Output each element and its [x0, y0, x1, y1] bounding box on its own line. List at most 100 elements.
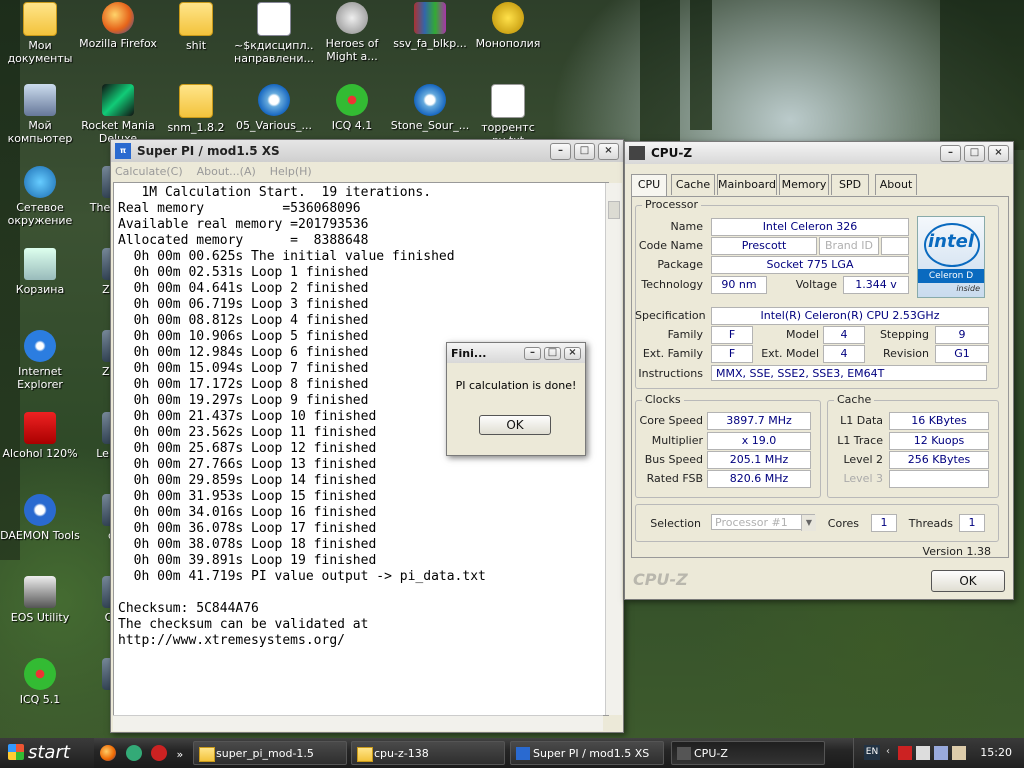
cpuz-titlebar[interactable]: CPU-Z – □ ×	[625, 142, 1013, 164]
maximize-button[interactable]: □	[574, 142, 595, 160]
desktop-icon[interactable]: DAEMON Tools	[0, 494, 80, 542]
network-icon[interactable]	[125, 745, 142, 761]
close-button[interactable]: ×	[598, 142, 619, 160]
codename-label: Code Name	[638, 239, 703, 252]
folder-icon	[179, 2, 213, 36]
desktop-icon[interactable]: Rocket Mania Deluxe	[78, 84, 158, 145]
alc-icon	[24, 412, 56, 444]
desktop-icon-label: Alcohol 120%	[2, 447, 78, 460]
desktop-icon[interactable]: EOS Utility	[0, 576, 80, 624]
tab-about[interactable]: About	[875, 174, 917, 195]
tab-spd[interactable]: SPD	[831, 174, 869, 195]
intel-celeron-logo: intel Celeron D inside	[917, 216, 985, 298]
dialog-maximize-button[interactable]: □	[544, 346, 561, 360]
media-icon[interactable]	[151, 745, 167, 761]
scroll-thumb[interactable]	[608, 201, 620, 219]
chevron-left-icon[interactable]: ‹	[886, 746, 890, 757]
tray-app-icon[interactable]	[916, 746, 930, 760]
menu-calculate[interactable]: Calculate(C)	[115, 165, 183, 178]
tab-mainboard[interactable]: Mainboard	[717, 174, 777, 195]
dialog-minimize-button[interactable]: –	[524, 346, 541, 360]
desktop-icon[interactable]: snm_1.8.2	[156, 84, 236, 134]
desktop-icon[interactable]: 05_Various_...	[234, 84, 314, 132]
chevron-right-icon[interactable]: »	[177, 748, 184, 761]
firefox-icon[interactable]	[100, 745, 116, 761]
output-line: 0h 00m 41.719s PI value output -> pi_dat…	[118, 569, 486, 584]
family-value: F	[711, 326, 753, 344]
rar-icon	[414, 2, 446, 34]
cpuz-ok-button[interactable]: OK	[931, 570, 1005, 592]
taskbar-item-folder[interactable]: super_pi_mod-1.5	[193, 741, 347, 765]
tray-app-icon[interactable]	[952, 746, 966, 760]
tree-silhouette	[690, 0, 712, 130]
logo-sub: Celeron D	[918, 269, 984, 283]
processor-group-label: Processor	[642, 198, 701, 211]
heroes-icon	[336, 2, 368, 34]
output-line: 0h 00m 38.078s Loop 18 finished	[118, 537, 377, 552]
model-label: Model	[785, 328, 819, 341]
desktop-icon-label: Корзина	[15, 283, 65, 296]
desktop-icon[interactable]: shit	[156, 2, 236, 52]
superpi-titlebar[interactable]: π Super PI / mod1.5 XS – □ ×	[111, 140, 623, 162]
maximize-button[interactable]: □	[964, 144, 985, 162]
desktop-icon[interactable]: Internet Explorer	[0, 330, 80, 391]
minimize-button[interactable]: –	[550, 142, 571, 160]
chevron-down-icon[interactable]: ▼	[801, 515, 816, 531]
network-status-icon[interactable]	[934, 746, 948, 760]
desktop-icon[interactable]: ICQ 4.1	[312, 84, 392, 132]
desktop-icon[interactable]: ~$кдисципл... направлени...	[234, 2, 314, 65]
extfamily-label: Ext. Family	[642, 347, 703, 360]
output-line: Checksum: 5C844A76	[118, 601, 259, 616]
desktop-icon[interactable]: Сетевое окружение	[0, 166, 80, 227]
tab-cpu[interactable]: CPU	[631, 174, 667, 197]
desktop-icon-label: Мои документы	[7, 39, 73, 65]
clock[interactable]: 15:20	[980, 746, 1012, 759]
cores-label: Cores	[827, 517, 859, 530]
desktop-icon[interactable]: Stone_Sour_...	[390, 84, 470, 132]
tree-silhouette	[940, 0, 1024, 150]
menu-about[interactable]: About...(A)	[197, 165, 256, 178]
cpuz-window: CPU-Z – □ × CPU Cache Mainboard Memory S…	[624, 141, 1014, 600]
language-indicator[interactable]: EN	[864, 745, 880, 760]
taskbar-item-superpi[interactable]: Super PI / mod1.5 XS	[510, 741, 664, 765]
gold-icon	[492, 2, 524, 34]
desktop-icon[interactable]: ICQ 5.1	[0, 658, 80, 706]
horizontal-scrollbar[interactable]	[113, 715, 603, 731]
taskbar-item-folder[interactable]: cpu-z-138	[351, 741, 505, 765]
desktop-icon[interactable]: Mozilla Firefox	[78, 2, 158, 50]
desktop-icon[interactable]: Монополия	[468, 2, 548, 50]
desktop-icon-label: ~$кдисципл... направлени...	[234, 39, 314, 65]
core-speed-label: Core Speed	[639, 414, 703, 427]
minimize-button[interactable]: –	[940, 144, 961, 162]
codename-value: Prescott	[711, 237, 817, 255]
family-label: Family	[667, 328, 703, 341]
desktop-icon[interactable]: Мой компьютер	[0, 84, 80, 145]
dialog-ok-button[interactable]: OK	[479, 415, 551, 435]
dialog-titlebar[interactable]: Fini... – □ ×	[447, 343, 585, 363]
tab-cache[interactable]: Cache	[671, 174, 715, 195]
desktop-icon[interactable]: Alcohol 120%	[0, 412, 80, 460]
output-line: The checksum can be validated at	[118, 617, 369, 632]
desktop-icon[interactable]: торрентс ру.txt	[468, 84, 548, 147]
processor-select[interactable]: Processor #1	[711, 514, 815, 530]
start-button[interactable]: start	[0, 738, 94, 768]
folder-icon	[179, 84, 213, 118]
desktop-icon[interactable]: Корзина	[0, 248, 80, 296]
desktop-icon-label: Heroes of Might a...	[325, 37, 379, 63]
dialog-close-button[interactable]: ×	[564, 346, 581, 360]
close-button[interactable]: ×	[988, 144, 1009, 162]
vertical-scrollbar[interactable]	[605, 183, 622, 715]
menu-help[interactable]: Help(H)	[270, 165, 312, 178]
level3-label: Level 3	[843, 472, 883, 485]
rated-fsb-label: Rated FSB	[646, 472, 703, 485]
taskbar-item-cpuz[interactable]: CPU-Z	[671, 741, 825, 765]
desktop-icon[interactable]: Мои документы	[0, 2, 80, 65]
ati-icon[interactable]	[898, 746, 912, 760]
desktop-icon[interactable]: ssv_fa_blkp...	[390, 2, 470, 50]
desktop-icon[interactable]: Heroes of Might a...	[312, 2, 392, 63]
tab-memory[interactable]: Memory	[779, 174, 829, 195]
superpi-app-icon: π	[115, 143, 131, 159]
bus-speed-label: Bus Speed	[644, 453, 703, 466]
superpi-menubar: Calculate(C) About...(A) Help(H)	[111, 162, 623, 180]
system-tray: EN ‹ 15:20	[853, 738, 1024, 768]
